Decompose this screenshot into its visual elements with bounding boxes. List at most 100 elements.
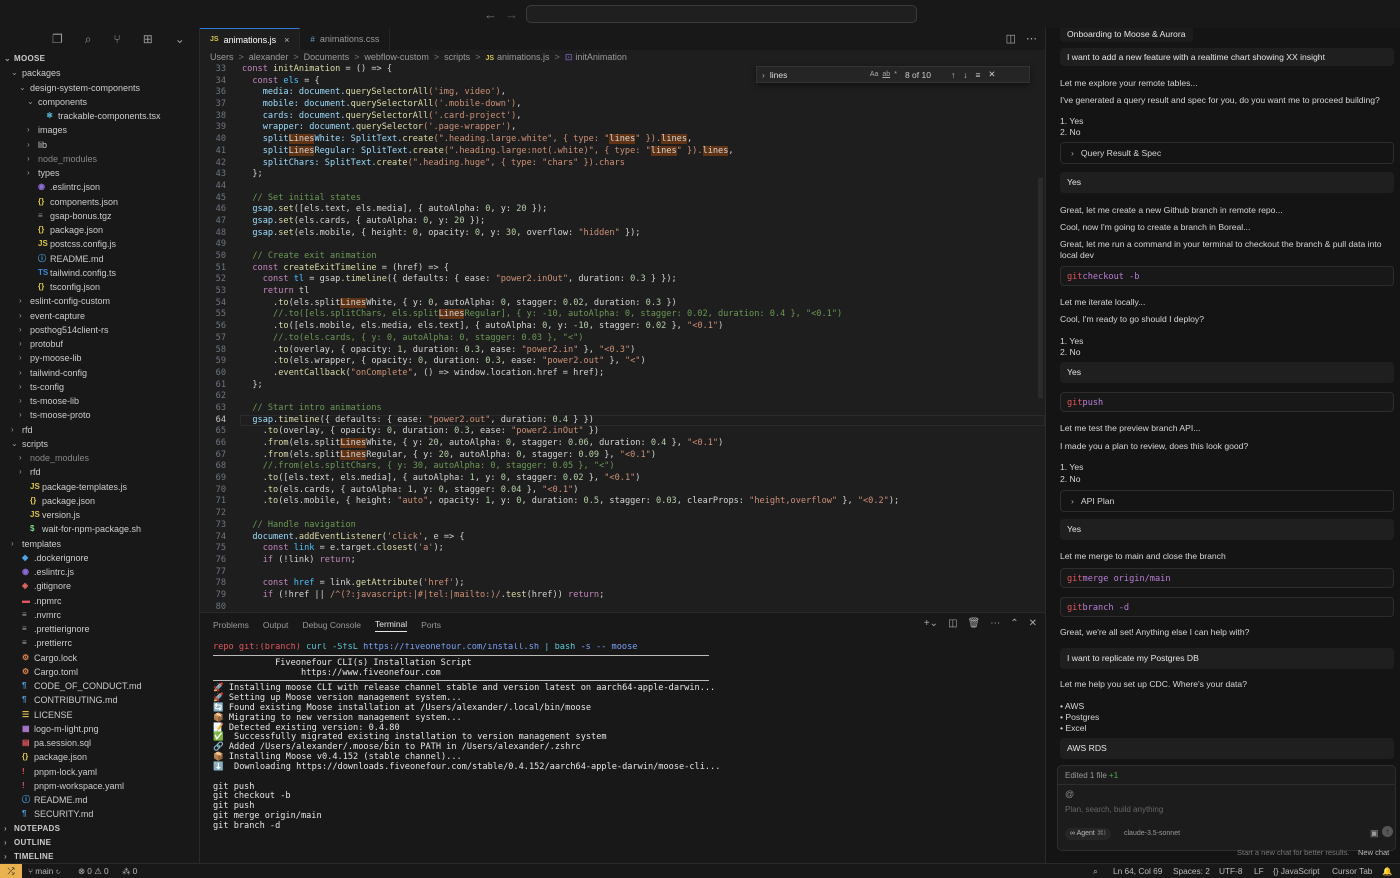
file-row[interactable]: $ wait-for-npm-package.sh	[0, 522, 199, 536]
file-row[interactable]: ≡ .nvmrc	[0, 608, 199, 622]
problems-indicator[interactable]: ⊗ 0 ⚠ 0	[78, 866, 109, 876]
folder-row[interactable]: › ts-moose-lib	[0, 394, 199, 408]
encoding[interactable]: UTF-8	[1219, 866, 1243, 876]
user-message[interactable]: Yes	[1060, 362, 1394, 383]
forward-arrow-icon[interactable]: →	[505, 7, 518, 22]
file-row[interactable]: JS postcss.config.js	[0, 237, 199, 251]
code-snippet[interactable]: gitcheckout -b	[1060, 266, 1394, 286]
user-message[interactable]: AWS RDS	[1060, 738, 1394, 759]
file-row[interactable]: ◉ .eslintrc.js	[0, 565, 199, 579]
expandable-card[interactable]: › Query Result & Spec	[1060, 142, 1394, 164]
terminal-output[interactable]: repo git:(branch) curl -SfsL https://fiv…	[213, 643, 1043, 863]
breadcrumb-item[interactable]: alexander	[249, 52, 289, 62]
panel-tab-ports[interactable]: Ports	[421, 620, 441, 630]
folder-row[interactable]: ⌄ components	[0, 95, 199, 109]
search-icon[interactable]: ⌕	[85, 32, 92, 52]
file-row[interactable]: {} package.json	[0, 750, 199, 764]
user-message[interactable]: Yes	[1060, 172, 1394, 193]
language-mode[interactable]: {} JavaScript	[1273, 866, 1320, 876]
file-row[interactable]: ▦ logo-m-light.png	[0, 722, 199, 736]
editor-scrollbar[interactable]	[1038, 178, 1043, 398]
cursor-position[interactable]: Ln 64, Col 69	[1113, 866, 1162, 876]
file-row[interactable]: {} components.json	[0, 195, 199, 209]
file-row[interactable]: ! pnpm-workspace.yaml	[0, 779, 199, 793]
file-row[interactable]: ⓘ README.md	[0, 793, 199, 807]
files-icon[interactable]: ❐	[52, 32, 63, 52]
folder-row[interactable]: › tailwind-config	[0, 366, 199, 380]
mention-icon[interactable]: @	[1065, 789, 1074, 799]
match-case-icon[interactable]: Aa	[870, 71, 879, 78]
folder-row[interactable]: › ts-moose-proto	[0, 408, 199, 422]
folder-row[interactable]: › py-moose-lib	[0, 351, 199, 365]
file-row[interactable]: ⚙ Cargo.toml	[0, 665, 199, 679]
file-row[interactable]: JS package-templates.js	[0, 480, 199, 494]
folder-row[interactable]: › rfd	[0, 465, 199, 479]
indentation[interactable]: Spaces: 2	[1173, 866, 1210, 876]
match-word-icon[interactable]: ab	[882, 71, 890, 78]
panel-tab-terminal[interactable]: Terminal	[375, 619, 408, 632]
code-snippet[interactable]: gitbranch -d	[1060, 597, 1394, 617]
folder-row[interactable]: ⌄ packages	[0, 66, 199, 80]
chat-title[interactable]: Onboarding to Moose & Aurora	[1060, 28, 1194, 42]
folder-row[interactable]: › event-capture	[0, 309, 199, 323]
file-row[interactable]: ☰ LICENSE	[0, 708, 199, 722]
edited-files[interactable]: Edited 1 file +1	[1065, 771, 1118, 780]
image-icon[interactable]: ▣	[1370, 828, 1379, 839]
explorer-root[interactable]: ⌄ MOOSE	[0, 52, 199, 66]
chevron-down-icon[interactable]: ⌄	[175, 32, 185, 52]
panel-tab-problems[interactable]: Problems	[213, 620, 249, 630]
more-actions-icon[interactable]: ⋯	[1026, 32, 1037, 45]
cursor-tab[interactable]: Cursor Tab	[1332, 866, 1372, 876]
file-row[interactable]: ⚛ trackable-components.tsx	[0, 109, 199, 123]
add-terminal-icon[interactable]: +⌄	[924, 618, 938, 629]
tab-animations-css[interactable]: # animations.css	[300, 28, 391, 50]
file-row[interactable]: ! pnpm-lock.yaml	[0, 765, 199, 779]
close-icon[interactable]: ✕	[988, 69, 995, 80]
zoom-icon[interactable]: ⌕	[1093, 866, 1098, 877]
folder-row[interactable]: › lib	[0, 138, 199, 152]
breadcrumb-item[interactable]: Documents	[304, 52, 350, 62]
arrow-up-icon[interactable]: ↑	[951, 70, 955, 80]
chat-input[interactable]: Plan, search, build anything	[1065, 805, 1163, 814]
folder-row[interactable]: › types	[0, 166, 199, 180]
send-icon[interactable]: ↑	[1382, 826, 1393, 837]
user-message[interactable]: Yes	[1060, 519, 1394, 540]
find-in-selection-icon[interactable]: ≡	[975, 70, 980, 80]
file-row[interactable]: ⓘ README.md	[0, 252, 199, 266]
breadcrumb-item[interactable]: webflow-custom	[364, 52, 429, 62]
folder-row[interactable]: › node_modules	[0, 152, 199, 166]
new-chat-link[interactable]: New chat	[1358, 848, 1389, 857]
file-row[interactable]: ◉ .eslintrc.json	[0, 180, 199, 194]
branch-indicator[interactable]: ⑂ main ↻	[28, 866, 61, 876]
folder-row[interactable]: › images	[0, 123, 199, 137]
code-snippet[interactable]: gitmerge origin/main	[1060, 568, 1394, 588]
regex-icon[interactable]: *	[894, 71, 897, 78]
find-input[interactable]: lines	[770, 70, 870, 80]
remote-icon[interactable]: ⤮	[0, 864, 22, 878]
maximize-panel-icon[interactable]: ⌃	[1010, 618, 1018, 629]
user-message[interactable]: I want to replicate my Postgres DB	[1060, 648, 1394, 669]
file-row[interactable]: {} package.json	[0, 494, 199, 508]
expandable-card[interactable]: › API Plan	[1060, 490, 1394, 512]
folder-row[interactable]: ⌄ design-system-components	[0, 81, 199, 95]
file-row[interactable]: ≡ .prettierignore	[0, 622, 199, 636]
file-row[interactable]: ¶ SECURITY.md	[0, 807, 199, 821]
split-editor-icon[interactable]: ◫	[1006, 32, 1016, 45]
panel-tab-debug-console[interactable]: Debug Console	[302, 620, 361, 630]
code-snippet[interactable]: gitpush	[1060, 392, 1394, 412]
file-row[interactable]: ≡ .prettierrc	[0, 636, 199, 650]
breadcrumb-item[interactable]: animations.js	[497, 52, 550, 62]
file-row[interactable]: ◆ .dockerignore	[0, 551, 199, 565]
sync-icon[interactable]: ↻	[56, 866, 61, 876]
file-row[interactable]: ▤ pa.session.sql	[0, 736, 199, 750]
panel-tab-output[interactable]: Output	[263, 620, 289, 630]
file-row[interactable]: {} tsconfig.json	[0, 280, 199, 294]
back-arrow-icon[interactable]: ←	[484, 7, 497, 22]
file-row[interactable]: TS tailwind.config.ts	[0, 266, 199, 280]
more-actions-icon[interactable]: ⋯	[990, 618, 1000, 629]
bell-icon[interactable]: 🔔	[1382, 866, 1392, 877]
section-outline[interactable]: › OUTLINE	[0, 836, 199, 850]
breadcrumb-item[interactable]: Users	[210, 52, 234, 62]
file-row[interactable]: ¶ CODE_OF_CONDUCT.md	[0, 679, 199, 693]
section-timeline[interactable]: › TIMELINE	[0, 850, 199, 863]
